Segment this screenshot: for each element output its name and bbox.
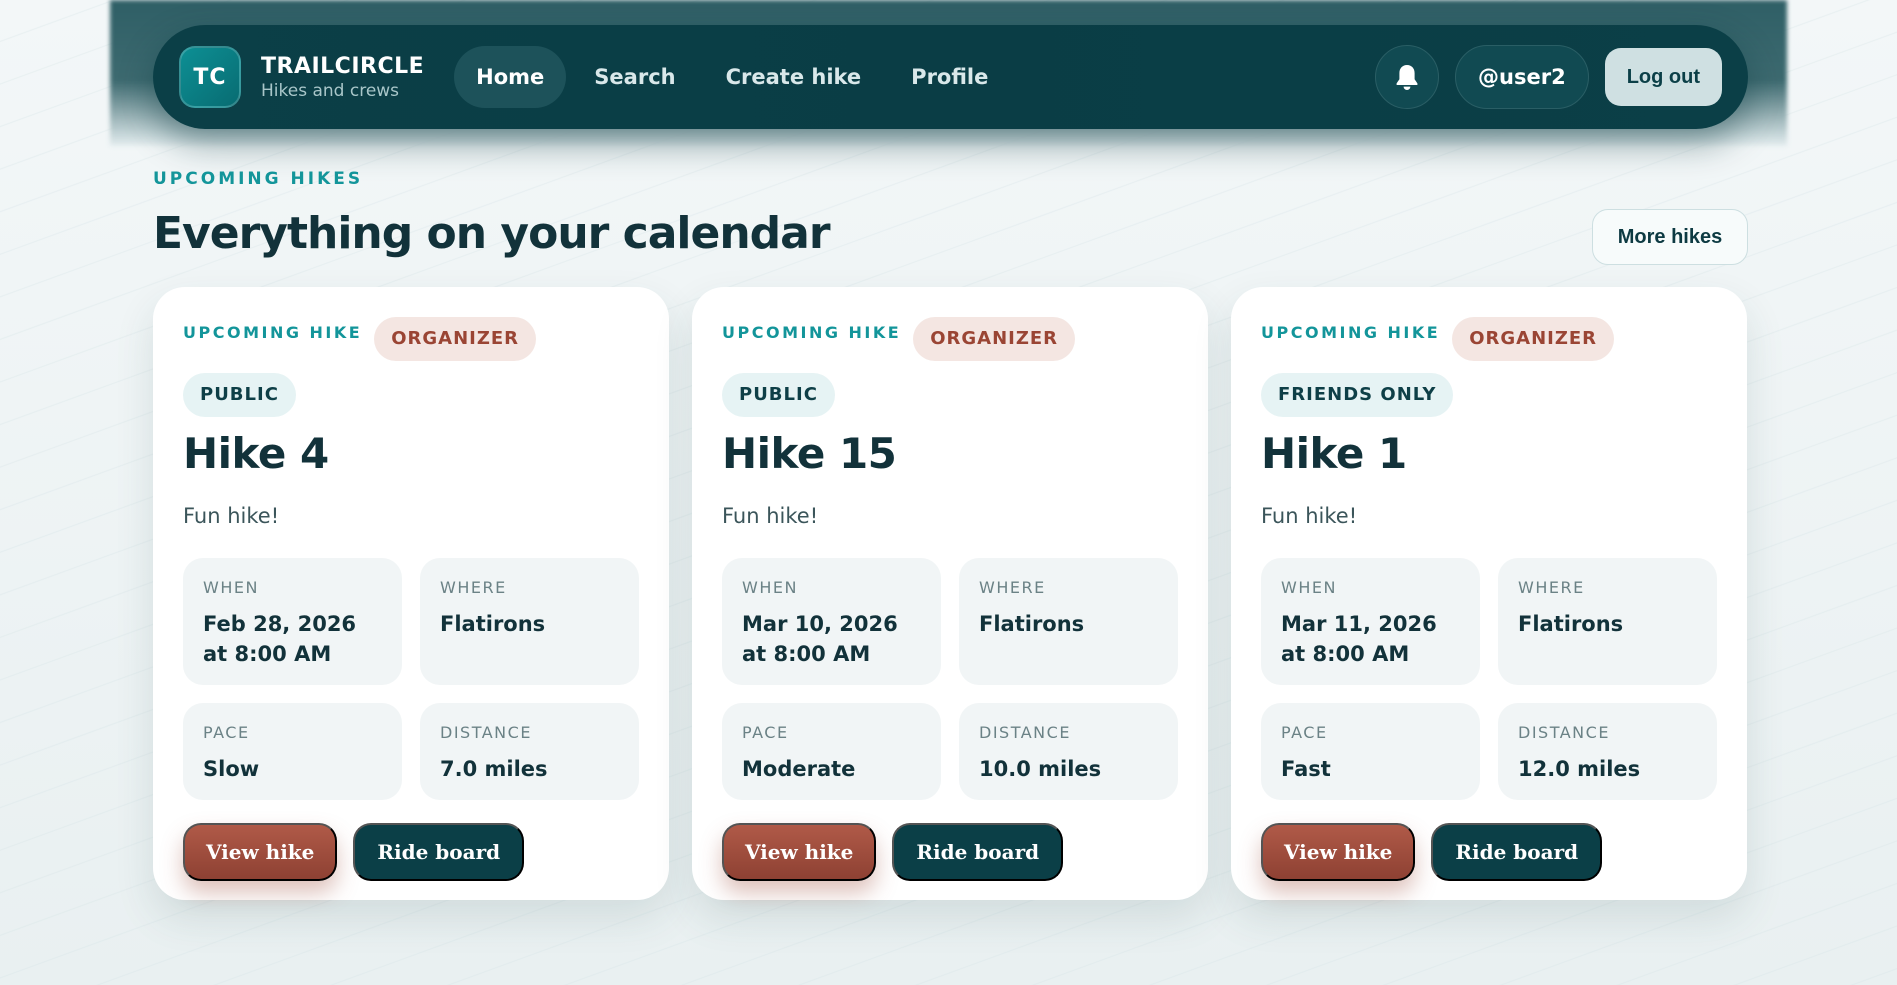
role-badge: ORGANIZER [1452,317,1615,361]
pace-value: Fast [1281,757,1331,781]
brand-subtitle: Hikes and crews [261,80,400,101]
user-menu-button[interactable]: @user2 [1455,45,1589,109]
hike-title: Hike 1 [1261,429,1407,478]
visibility-badge: PUBLIC [183,373,296,417]
where-cell: WHERE Flatirons [1498,558,1717,685]
hike-details: WHEN Mar 11, 2026 at 8:00 AM WHERE Flati… [1261,558,1717,800]
pace-cell: PACE Moderate [722,703,941,800]
hike-details: WHEN Feb 28, 2026 at 8:00 AM WHERE Flati… [183,558,639,800]
nav-link-search[interactable]: Search [572,46,697,108]
logo-badge[interactable]: TC [179,46,241,108]
pace-label: PACE [1281,723,1328,742]
hike-card: UPCOMING HIKE ORGANIZER PUBLIC Hike 4 Fu… [153,287,669,900]
distance-value: 7.0 miles [440,757,548,781]
when-value: Feb 28, 2026 at 8:00 AM [203,612,357,666]
ride-board-button[interactable]: Ride board [353,823,525,881]
role-badge: ORGANIZER [913,317,1076,361]
hike-card: UPCOMING HIKE ORGANIZER PUBLIC Hike 15 F… [692,287,1208,900]
card-eyebrow: UPCOMING HIKE [183,322,363,342]
distance-label: DISTANCE [1518,723,1610,742]
distance-label: DISTANCE [979,723,1071,742]
ride-board-button[interactable]: Ride board [892,823,1064,881]
hike-title: Hike 15 [722,429,897,478]
bell-icon [1396,65,1418,90]
card-eyebrow: UPCOMING HIKE [1261,322,1441,342]
nav-link-profile[interactable]: Profile [889,46,1010,108]
hike-description: Fun hike! [183,504,280,528]
view-hike-button[interactable]: View hike [183,823,338,881]
hike-details: WHEN Mar 10, 2026 at 8:00 AM WHERE Flati… [722,558,1178,800]
when-label: WHEN [742,578,798,597]
where-cell: WHERE Flatirons [420,558,639,685]
where-cell: WHERE Flatirons [959,558,1178,685]
pace-value: Slow [203,757,260,781]
role-badge: ORGANIZER [374,317,537,361]
hike-description: Fun hike! [722,504,819,528]
visibility-badge: PUBLIC [722,373,835,417]
pace-value: Moderate [742,757,856,781]
distance-value: 12.0 miles [1518,757,1641,781]
where-value: Flatirons [979,612,1085,636]
where-value: Flatirons [1518,612,1624,636]
top-navbar: TC TRAILCIRCLE Hikes and crews Home Sear… [153,25,1748,129]
when-cell: WHEN Feb 28, 2026 at 8:00 AM [183,558,402,685]
distance-value: 10.0 miles [979,757,1102,781]
ride-board-button[interactable]: Ride board [1431,823,1603,881]
where-value: Flatirons [440,612,546,636]
card-eyebrow: UPCOMING HIKE [722,322,902,342]
distance-cell: DISTANCE 7.0 miles [420,703,639,800]
card-actions: View hike Ride board [722,823,1178,881]
visibility-badge: FRIENDS ONLY [1261,373,1454,417]
where-label: WHERE [1518,578,1585,597]
page-title: Everything on your calendar [153,208,831,259]
pace-label: PACE [203,723,250,742]
where-label: WHERE [979,578,1046,597]
card-tags: UPCOMING HIKE ORGANIZER PUBLIC [183,317,639,417]
card-actions: View hike Ride board [1261,823,1717,881]
hike-description: Fun hike! [1261,504,1358,528]
pace-cell: PACE Slow [183,703,402,800]
logout-button[interactable]: Log out [1604,48,1722,106]
card-tags: UPCOMING HIKE ORGANIZER [1261,317,1717,361]
brand-name: TRAILCIRCLE [261,53,425,79]
view-hike-button[interactable]: View hike [1261,823,1416,881]
distance-cell: DISTANCE 10.0 miles [959,703,1178,800]
card-tags: UPCOMING HIKE ORGANIZER PUBLIC [722,317,1178,417]
when-cell: WHEN Mar 10, 2026 at 8:00 AM [722,558,941,685]
brand: TRAILCIRCLE Hikes and crews [261,54,424,101]
when-label: WHEN [203,578,259,597]
hike-card: UPCOMING HIKE ORGANIZER FRIENDS ONLY Hik… [1231,287,1747,900]
when-label: WHEN [1281,578,1337,597]
nav-link-create-hike[interactable]: Create hike [704,46,884,108]
pace-label: PACE [742,723,789,742]
distance-label: DISTANCE [440,723,532,742]
distance-cell: DISTANCE 12.0 miles [1498,703,1717,800]
card-tags-row-2: FRIENDS ONLY [1261,373,1717,417]
when-cell: WHEN Mar 11, 2026 at 8:00 AM [1261,558,1480,685]
nav-links: Home Search Create hike Profile [454,46,1010,108]
nav-right: @user2 Log out [1375,45,1722,109]
more-hikes-button[interactable]: More hikes [1592,209,1748,265]
notifications-button[interactable] [1375,45,1440,109]
when-value: Mar 11, 2026 at 8:00 AM [1281,612,1437,666]
view-hike-button[interactable]: View hike [722,823,877,881]
nav-link-home[interactable]: Home [454,46,567,108]
pace-cell: PACE Fast [1261,703,1480,800]
section-eyebrow: UPCOMING HIKES [153,169,364,189]
where-label: WHERE [440,578,507,597]
hike-title: Hike 4 [183,429,329,478]
when-value: Mar 10, 2026 at 8:00 AM [742,612,898,666]
card-actions: View hike Ride board [183,823,639,881]
